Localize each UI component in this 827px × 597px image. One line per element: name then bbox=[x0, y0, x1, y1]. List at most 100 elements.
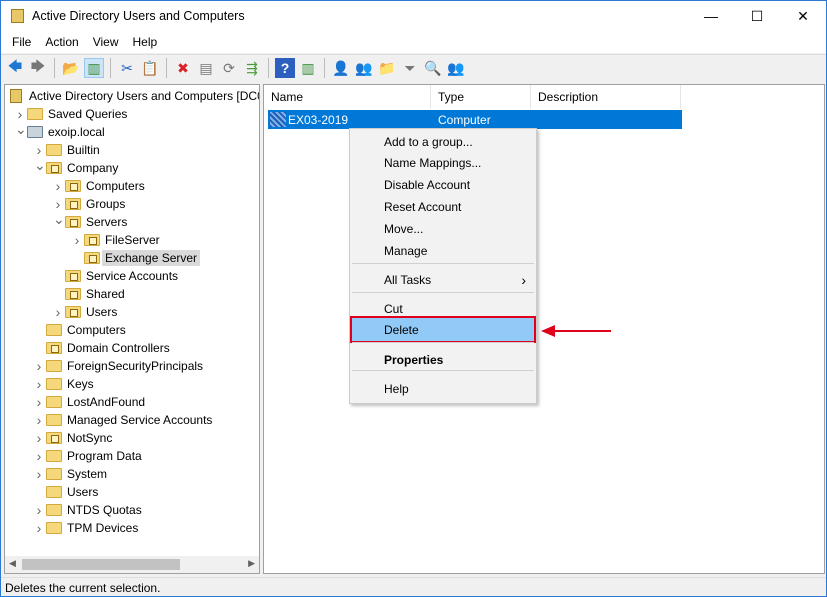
filter-icon[interactable]: ⏷ bbox=[400, 58, 420, 78]
tree-item[interactable]: › Keys bbox=[5, 375, 259, 393]
ou-icon bbox=[65, 270, 81, 282]
chevron-down-icon[interactable]: ⌄ bbox=[15, 121, 27, 138]
toolbar: 🡄 🡆 📂 ▥ ✂ 📋 ✖ ▤ ⟳ ⇶? ▥ 👤 👥 📁 ⏷ 🔍 👥 bbox=[1, 54, 826, 81]
tree-item[interactable]: › Computers bbox=[5, 177, 259, 195]
chevron-right-icon[interactable]: › bbox=[34, 358, 44, 374]
chevron-right-icon[interactable]: › bbox=[34, 376, 44, 392]
add-to-group-icon[interactable]: 👥 bbox=[446, 58, 466, 78]
minimize-button[interactable]: — bbox=[688, 1, 734, 31]
menu-item-all-tasks-label: All Tasks bbox=[384, 273, 432, 287]
menu-item-reset-account[interactable]: Reset Account bbox=[350, 196, 536, 218]
menu-item-manage[interactable]: Manage bbox=[350, 240, 536, 262]
tree-item[interactable]: › Users bbox=[5, 303, 259, 321]
tree-item[interactable]: › NotSync bbox=[5, 429, 259, 447]
tree-item[interactable]: Computers bbox=[5, 321, 259, 339]
window-title: Active Directory Users and Computers bbox=[32, 9, 245, 23]
menu-item-all-tasks[interactable]: All Tasks › bbox=[350, 269, 536, 291]
menu-file[interactable]: File bbox=[5, 35, 38, 49]
menu-item-help[interactable]: Help bbox=[350, 378, 536, 400]
menu-item-help-label: Help bbox=[384, 382, 409, 396]
chevron-right-icon[interactable]: › bbox=[34, 448, 44, 464]
tree-item[interactable]: ⌄ exoip.local bbox=[5, 121, 259, 141]
chevron-right-icon[interactable]: › bbox=[53, 178, 63, 194]
folder-icon bbox=[27, 108, 43, 120]
chevron-down-icon[interactable]: ⌄ bbox=[34, 157, 46, 174]
tree-item[interactable]: › Program Data bbox=[5, 447, 259, 465]
menu-action[interactable]: Action bbox=[38, 35, 85, 49]
menu-item-name-mappings[interactable]: Name Mappings... bbox=[350, 152, 536, 174]
tree-item[interactable]: Service Accounts bbox=[5, 267, 259, 285]
tree-item[interactable]: › LostAndFound bbox=[5, 393, 259, 411]
new-group-icon[interactable]: 👥 bbox=[354, 58, 374, 78]
chevron-right-icon[interactable]: › bbox=[53, 196, 63, 212]
folder-icon bbox=[46, 522, 62, 534]
tree-item[interactable]: Domain Controllers bbox=[5, 339, 259, 357]
tree-item-label: NTDS Quotas bbox=[67, 503, 142, 517]
tree-item-label: Shared bbox=[86, 287, 125, 301]
back-icon[interactable]: 🡄 bbox=[5, 58, 25, 78]
chevron-right-icon[interactable]: › bbox=[34, 142, 44, 158]
column-type[interactable]: Type bbox=[431, 85, 531, 109]
chevron-right-icon[interactable]: › bbox=[34, 466, 44, 482]
menu-item-disable-account[interactable]: Disable Account bbox=[350, 174, 536, 196]
list-item[interactable]: EX03-2019 Computer bbox=[268, 110, 682, 129]
properties-icon[interactable]: ▤ bbox=[196, 58, 216, 78]
tree-item[interactable]: › Groups bbox=[5, 195, 259, 213]
chevron-down-icon[interactable]: ⌄ bbox=[53, 211, 65, 228]
column-name[interactable]: Name bbox=[264, 85, 431, 109]
chevron-right-icon[interactable]: › bbox=[34, 520, 44, 536]
tree-item-label: Users bbox=[67, 485, 99, 499]
tree-item[interactable]: › Managed Service Accounts bbox=[5, 411, 259, 429]
tree-item[interactable]: Shared bbox=[5, 285, 259, 303]
menu-help[interactable]: Help bbox=[126, 35, 165, 49]
tree-item[interactable]: Exchange Server bbox=[5, 249, 259, 267]
column-description[interactable]: Description bbox=[531, 85, 681, 109]
menu-view[interactable]: View bbox=[86, 35, 126, 49]
tree-item[interactable]: Users bbox=[5, 483, 259, 501]
tree-item[interactable]: › System bbox=[5, 465, 259, 483]
console-icon[interactable]: ▥ bbox=[298, 58, 318, 78]
chevron-right-icon[interactable]: › bbox=[15, 106, 25, 122]
menu-item-delete[interactable]: Delete bbox=[350, 316, 536, 343]
export-list-icon[interactable]: ⇶ bbox=[242, 58, 262, 78]
cut-icon[interactable]: ✂ bbox=[117, 58, 137, 78]
menu-item-add-to-a-group[interactable]: Add to a group... bbox=[350, 131, 536, 153]
scroll-left-icon[interactable]: ◀ bbox=[9, 558, 16, 569]
tree-item-label: Domain Controllers bbox=[67, 341, 170, 355]
delete-icon[interactable]: ✖ bbox=[173, 58, 193, 78]
tree-item[interactable]: › Saved Queries bbox=[5, 105, 259, 123]
menu-item-properties-label: Properties bbox=[384, 353, 444, 367]
chevron-right-icon[interactable]: › bbox=[34, 430, 44, 446]
tree-item[interactable]: ⌄ Servers bbox=[5, 211, 259, 231]
find-icon[interactable]: 🔍 bbox=[423, 58, 443, 78]
new-user-icon[interactable]: 👤 bbox=[331, 58, 351, 78]
menu-item-move[interactable]: Move... bbox=[350, 218, 536, 240]
chevron-right-icon[interactable]: › bbox=[72, 232, 82, 248]
new-ou-icon[interactable]: 📁 bbox=[377, 58, 397, 78]
scroll-right-icon[interactable]: ▶ bbox=[248, 558, 255, 569]
up-folder-icon[interactable]: 📂 bbox=[61, 58, 81, 78]
chevron-right-icon[interactable]: › bbox=[34, 394, 44, 410]
tree-item[interactable]: › NTDS Quotas bbox=[5, 501, 259, 519]
scroll-thumb[interactable] bbox=[22, 559, 180, 570]
show-hide-tree-icon[interactable]: ▥ bbox=[84, 58, 104, 78]
close-button[interactable]: ✕ bbox=[780, 1, 826, 31]
chevron-right-icon[interactable]: › bbox=[53, 304, 63, 320]
maximize-button[interactable]: ☐ bbox=[734, 1, 780, 31]
help-icon[interactable]: ? bbox=[275, 58, 295, 78]
paste-icon[interactable]: 📋 bbox=[140, 58, 160, 78]
tree-item-label: Servers bbox=[86, 215, 128, 229]
chevron-right-icon[interactable]: › bbox=[34, 502, 44, 518]
forward-icon[interactable]: 🡆 bbox=[28, 58, 48, 78]
tree-item[interactable]: › TPM Devices bbox=[5, 519, 259, 537]
tree-item[interactable]: › FileServer bbox=[5, 231, 259, 249]
item-type: Computer bbox=[438, 113, 491, 127]
refresh-icon[interactable]: ⟳ bbox=[219, 58, 239, 78]
horizontal-scrollbar[interactable]: ◀ ▶ bbox=[5, 556, 259, 573]
tree-item[interactable]: › ForeignSecurityPrincipals bbox=[5, 357, 259, 375]
tree-item[interactable]: ⌄ Company bbox=[5, 157, 259, 177]
folder-icon bbox=[46, 144, 62, 156]
chevron-right-icon[interactable]: › bbox=[34, 412, 44, 428]
menu-item-properties[interactable]: Properties bbox=[350, 349, 536, 371]
tree-item-label: TPM Devices bbox=[67, 521, 139, 535]
